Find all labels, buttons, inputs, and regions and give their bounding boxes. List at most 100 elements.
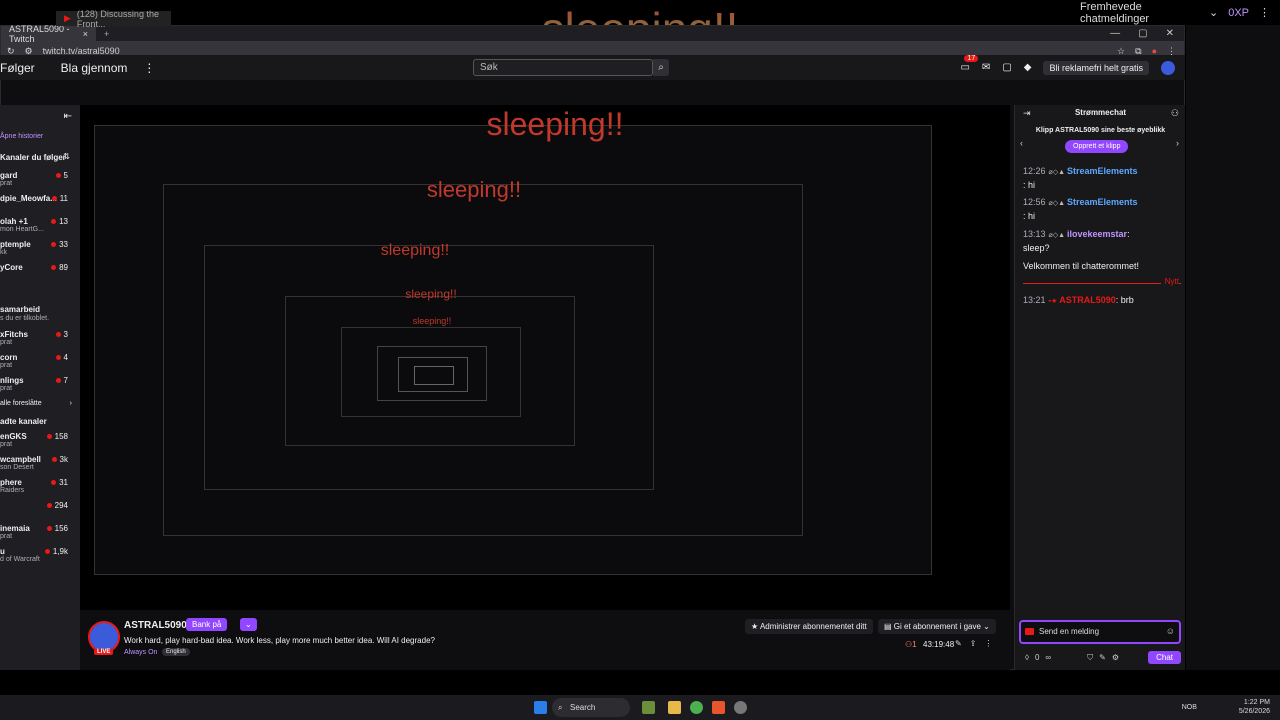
msg-user[interactable]: ilovekeemstar <box>1067 229 1127 239</box>
sidebar-channel-category: kk <box>0 249 7 256</box>
bank-dropdown[interactable]: ⌄ <box>240 618 257 631</box>
sidebar-channel[interactable]: nlings prat 7 <box>0 376 80 392</box>
sidebar-channel[interactable]: phere Raiders 31 <box>0 478 80 494</box>
recommended-header: adte kanaler <box>0 417 47 426</box>
sidebar-channel[interactable]: inemaia prat 156 <box>0 524 80 540</box>
category-link[interactable]: Always On <box>124 649 157 656</box>
open-history-link[interactable]: Åpne historier <box>0 133 80 140</box>
sidebar-viewer-count: 3k <box>52 455 68 464</box>
chevron-left-icon[interactable]: ‹ <box>1020 138 1023 148</box>
nested-screen-6 <box>377 346 487 401</box>
nav-browse[interactable]: Bla gjennom <box>43 61 136 75</box>
nested-screen-8 <box>414 366 454 385</box>
system-tray[interactable]: NOB 1:22 PM 5/26/2026 <box>1182 698 1270 716</box>
xp-badge[interactable]: 0XP <box>1228 7 1249 19</box>
chat-message: 13:21 ▪★ ASTRAL5090: brb <box>1023 294 1181 308</box>
taskbar-search-label: Search <box>570 703 596 712</box>
users-icon[interactable]: ⚇ <box>1171 108 1179 119</box>
video-player[interactable]: sleeping!! sleeping!! sleeping!! sleepin… <box>80 105 1010 610</box>
create-clip-button[interactable]: Opprett et klipp <box>1065 140 1129 153</box>
minimize-icon[interactable]: — <box>1110 28 1120 39</box>
manage-sub-button[interactable]: ★ Administrer abonnementet ditt <box>745 619 873 634</box>
obs-icon[interactable] <box>734 701 747 714</box>
chrome-icon[interactable] <box>690 701 703 714</box>
gift-sub-button[interactable]: ▤ Gi et abonnement i gave ⌄ <box>878 619 996 634</box>
sidebar-viewer-count: 33 <box>51 240 68 249</box>
search-icon[interactable]: ⌕ <box>653 59 669 76</box>
user-avatar[interactable] <box>1161 60 1175 75</box>
sidebar-channel[interactable]: yCore 89 <box>0 263 80 272</box>
chat-input[interactable]: Send en melding ☺ <box>1019 620 1181 644</box>
sidebar-viewer-count: 1,9k <box>45 547 68 556</box>
msg-text: : hi <box>1023 180 1036 190</box>
sidebar-viewer-count: 5 <box>56 171 68 180</box>
close-window-icon[interactable]: ✕ <box>1166 28 1174 39</box>
search-input[interactable]: Søk <box>473 59 653 76</box>
emote-icon[interactable]: ☺ <box>1166 626 1175 636</box>
msg-user[interactable]: StreamElements <box>1067 166 1138 176</box>
channel-points-icon[interactable]: ◊ <box>1025 653 1029 662</box>
sidebar-viewer-count: 7 <box>56 376 68 385</box>
close-icon[interactable]: × <box>83 29 88 39</box>
chat-send-button[interactable]: Chat <box>1148 651 1181 664</box>
nested-title-5: sleeping!! <box>412 316 452 326</box>
edit-icon[interactable]: ✎ <box>955 639 962 648</box>
taskbar-search[interactable]: ⌕ Search <box>552 698 630 717</box>
chevron-right-icon[interactable]: › <box>1176 138 1179 148</box>
prediction-icon[interactable]: ∞ <box>1045 653 1051 662</box>
pen-icon[interactable]: ✎ <box>1099 653 1106 662</box>
sidebar-channel[interactable]: corn prat 4 <box>0 353 80 369</box>
chevron-down-icon: ⌄ <box>1208 7 1219 19</box>
whisper-icon[interactable]: ▢ <box>1002 62 1011 73</box>
nav-following[interactable]: Følger <box>0 61 43 75</box>
collapse-icon[interactable]: ⇤ <box>64 111 72 122</box>
clip-title: Klipp ASTRAL5090 sine beste øyeblikk <box>1035 127 1166 134</box>
inbox-icon[interactable]: ▭ 17 <box>960 55 979 73</box>
share-icon[interactable]: ⇪ <box>970 639 977 648</box>
nested-screen-2: sleeping!! sleeping!! sleeping!! sleepin… <box>163 177 803 536</box>
msg-text: sleep? <box>1023 243 1050 253</box>
msg-user[interactable]: StreamElements <box>1067 197 1138 207</box>
sidebar-channel[interactable]: dpie_Meowfa... 11 <box>0 194 80 203</box>
sidebar-channel[interactable]: enGKS prat 158 <box>0 432 80 448</box>
more-icon[interactable]: ⋮ <box>135 61 163 75</box>
windows-start-icon[interactable] <box>534 701 547 714</box>
bank-button[interactable]: Bank på <box>186 618 228 631</box>
sidebar-channel-name: olah +1 <box>0 217 28 226</box>
tab-background[interactable]: ▶ (128) Discussing the Front... <box>56 9 171 29</box>
tray-lang: NOB <box>1181 703 1197 711</box>
sort-icon[interactable]: ⇅ <box>63 152 70 161</box>
sidebar-channel[interactable]: olah +1 mon HeartG... 13 <box>0 217 80 233</box>
widget-icon[interactable] <box>642 701 655 714</box>
ad-free-button[interactable]: Bli reklamefri helt gratis <box>1043 60 1149 75</box>
sidebar-channel[interactable]: ud of Warcraft 1,9k <box>0 547 80 563</box>
show-all-link[interactable]: alle foreslåtte › <box>0 400 80 407</box>
brave-icon[interactable] <box>712 701 725 714</box>
sidebar-channel-category: prat <box>0 441 13 448</box>
channel-name[interactable]: ASTRAL5090 <box>124 620 187 631</box>
nested-screen-3: sleeping!! sleeping!! sleeping!! <box>204 242 654 490</box>
sidebar-channel-name: phere <box>0 478 22 487</box>
sidebar-channel[interactable]: ptemple kk 33 <box>0 240 80 256</box>
taskbar: ⌕ Search NOB 1:22 PM 5/26/2026 <box>0 695 1280 720</box>
shield-icon[interactable]: ⛉ <box>1087 653 1093 663</box>
sidebar-channel[interactable]: wcampbell son Desert 3k <box>0 455 80 471</box>
folder-icon[interactable] <box>668 701 681 714</box>
sidebar-channel-name: enGKS <box>0 432 27 441</box>
more-icon[interactable]: ⋮ <box>984 639 992 648</box>
language-tag[interactable]: English <box>162 648 190 656</box>
featured-chat-toggle[interactable]: Fremhevede chatmeldinger <box>1080 1 1199 25</box>
mail-icon[interactable]: ✉ <box>982 62 990 73</box>
more-icon[interactable]: ⋮ <box>1259 6 1270 19</box>
msg-user[interactable]: ASTRAL5090 <box>1059 295 1116 305</box>
sidebar-channel[interactable]: gard prat 5 <box>0 171 80 187</box>
sidebar-channel-name: corn <box>0 353 18 362</box>
new-tab-icon[interactable]: + <box>96 29 109 39</box>
sidebar-viewer-count: 89 <box>51 263 68 272</box>
sidebar-channel-category: prat <box>0 385 13 392</box>
msg-time: 12:56 <box>1023 197 1046 207</box>
sidebar-channel[interactable]: xFitchs prat 3 <box>0 330 80 346</box>
gear-icon[interactable]: ⚙ <box>1112 653 1119 662</box>
maximize-icon[interactable]: ▢ <box>1138 28 1147 39</box>
bits-icon[interactable]: ◆ <box>1024 62 1032 73</box>
